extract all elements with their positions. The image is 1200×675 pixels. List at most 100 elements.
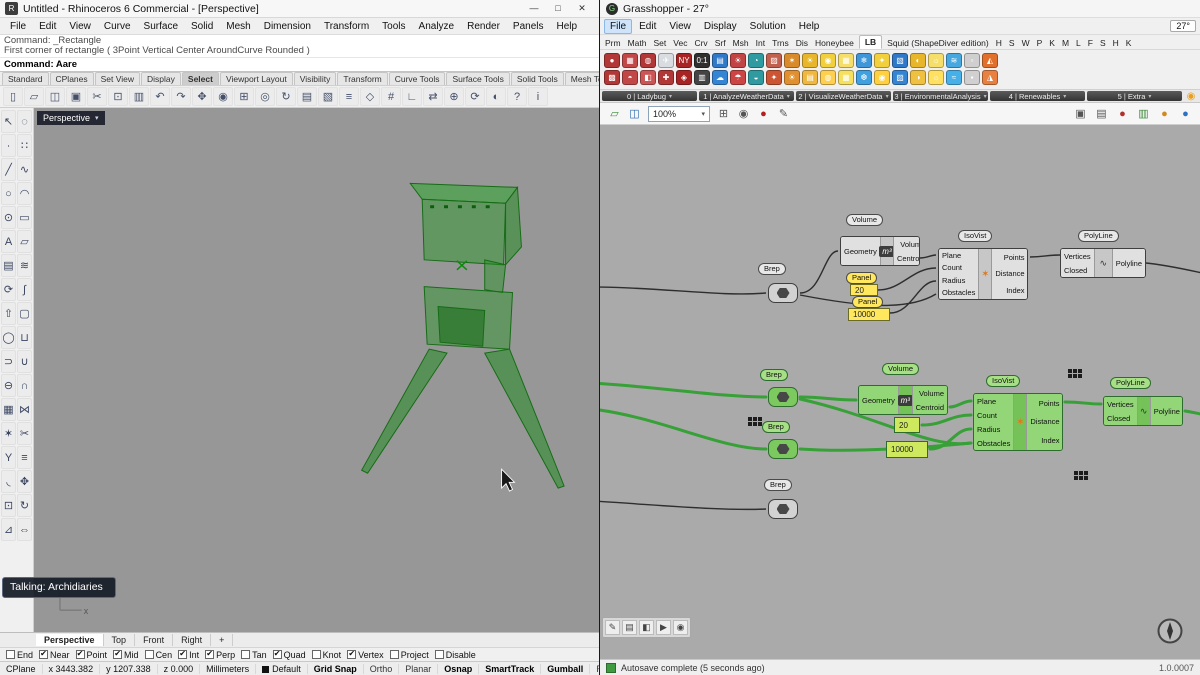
pan-icon[interactable]: ✥ xyxy=(192,87,212,106)
undo-icon[interactable]: ↶ xyxy=(150,87,170,106)
sketch-tool-icon[interactable]: ✎ xyxy=(605,620,620,635)
palette-icon[interactable]: ◍ xyxy=(820,70,836,85)
category-tab[interactable]: Prm xyxy=(603,37,623,49)
shade-icon[interactable]: ◐ xyxy=(486,87,506,106)
category-tab[interactable]: W xyxy=(1020,37,1032,49)
polyline-nameplate[interactable]: PolyLine xyxy=(1110,377,1151,389)
menu-item[interactable]: Solution xyxy=(744,19,792,34)
input-vertices[interactable]: Vertices xyxy=(1064,252,1091,261)
input-vertices[interactable]: Vertices xyxy=(1107,400,1134,409)
checkbox[interactable] xyxy=(347,650,356,659)
palette-icon[interactable]: ✦ xyxy=(766,70,782,85)
zoom-icon[interactable]: ◉ xyxy=(213,87,233,106)
cut-icon[interactable]: ✂ xyxy=(87,87,107,106)
osnap-toggle[interactable]: Knot xyxy=(312,650,342,660)
panel-radius[interactable]: 10000 xyxy=(848,308,890,321)
isovist-component[interactable]: Plane Count Radius Obstacles ✶ Points Di… xyxy=(938,248,1028,300)
toolbar-tab[interactable]: Viewport Layout xyxy=(220,72,293,85)
save-icon[interactable]: ◫ xyxy=(45,87,65,106)
box-icon[interactable]: ▢ xyxy=(17,302,32,325)
status-toggle[interactable]: Grid Snap xyxy=(308,664,364,674)
output-polyline[interactable]: Polyline xyxy=(1116,259,1142,268)
osnap-toggle[interactable]: Int xyxy=(178,650,199,660)
analysis-period-icon[interactable]: 0:1 xyxy=(694,53,710,68)
pv-icon[interactable]: ☼ xyxy=(928,53,944,68)
comfort-icon[interactable]: ▧ xyxy=(892,53,908,68)
radiation-analysis-icon[interactable]: ▦ xyxy=(838,53,854,68)
sun-hours-icon[interactable]: ☀ xyxy=(802,53,818,68)
split-icon[interactable]: Y xyxy=(1,446,16,469)
checkbox[interactable] xyxy=(435,650,444,659)
menu-item[interactable]: Tools xyxy=(376,19,411,34)
view-analysis-icon[interactable]: ◉ xyxy=(820,53,836,68)
menu-item[interactable]: Transform xyxy=(318,19,375,34)
sweep-icon[interactable]: ∫ xyxy=(17,278,32,301)
save-file-icon[interactable]: ◫ xyxy=(626,105,643,122)
category-tab[interactable]: S xyxy=(1007,37,1017,49)
palette-icon[interactable]: ☼ xyxy=(928,70,944,85)
volume-nameplate[interactable]: Volume xyxy=(882,363,919,375)
swap-view-icon[interactable]: ⇄ xyxy=(423,87,443,106)
menu-item[interactable]: File xyxy=(4,19,32,34)
menu-item[interactable]: Edit xyxy=(33,19,62,34)
brep-param-selected[interactable] xyxy=(768,439,798,459)
circle-icon[interactable]: ○ xyxy=(1,182,16,205)
curve-icon[interactable]: ∿ xyxy=(17,158,32,181)
preview-red-icon[interactable]: ● xyxy=(1114,105,1131,122)
import-epw-icon[interactable]: ▤ xyxy=(712,53,728,68)
brep-param-selected[interactable] xyxy=(768,387,798,407)
category-tab[interactable]: M xyxy=(1060,37,1071,49)
boolean-union-icon[interactable]: ∪ xyxy=(17,350,32,373)
isovist-nameplate[interactable]: IsoVist xyxy=(986,375,1020,387)
redo-icon[interactable]: ↷ xyxy=(171,87,191,106)
solar-adjust-icon[interactable]: ✦ xyxy=(874,53,890,68)
category-tab[interactable]: K xyxy=(1047,37,1057,49)
osnap-toggle[interactable]: Vertex xyxy=(347,650,384,660)
output-index[interactable]: Index xyxy=(1006,286,1024,295)
note-tool-icon[interactable]: ▤ xyxy=(622,620,637,635)
widget-tool-icon[interactable]: ◉ xyxy=(673,620,688,635)
render-material-icon[interactable]: ● xyxy=(755,105,772,122)
isovist-nameplate[interactable]: IsoVist xyxy=(958,230,992,242)
display-mode-icon[interactable]: ▤ xyxy=(1093,105,1110,122)
category-tab[interactable]: Math xyxy=(626,37,649,49)
checkbox[interactable] xyxy=(241,650,250,659)
camera-icon[interactable]: ▣ xyxy=(1072,105,1089,122)
palette-section[interactable]: 2 | VisualizeWeatherData xyxy=(796,91,891,101)
status-toggle[interactable]: Ortho xyxy=(364,664,400,674)
viewport-title[interactable]: Perspective ▾ xyxy=(37,111,105,125)
new-file-icon[interactable]: ▯ xyxy=(3,87,23,106)
toolbar-tab[interactable]: Select xyxy=(182,72,219,85)
toolbar-tab[interactable]: CPlanes xyxy=(50,72,94,85)
brep-param[interactable] xyxy=(768,283,798,303)
layers-icon[interactable]: ▧ xyxy=(318,87,338,106)
point-cloud-icon[interactable]: ∷ xyxy=(17,134,32,157)
panel-nameplate[interactable]: Panel xyxy=(852,296,883,308)
zoom-window-icon[interactable]: ⊞ xyxy=(234,87,254,106)
input-plane[interactable]: Plane xyxy=(942,251,975,260)
palette-icon[interactable]: ☀ xyxy=(784,70,800,85)
copy-tool-icon[interactable]: ⊡ xyxy=(1,494,16,517)
menu-item[interactable]: Solid xyxy=(185,19,219,34)
output-points[interactable]: Points xyxy=(1039,399,1060,408)
output-index[interactable]: Index xyxy=(1041,436,1059,445)
input-obstacles[interactable]: Obstacles xyxy=(977,439,1010,448)
osnap-toggle[interactable]: Project xyxy=(390,650,429,660)
menu-item[interactable]: Render xyxy=(461,19,506,34)
category-tab[interactable]: Int xyxy=(754,37,767,49)
osnap-toggle[interactable]: Near xyxy=(39,650,70,660)
jump-tool-icon[interactable]: ▶ xyxy=(656,620,671,635)
palette-icon[interactable]: ◉ xyxy=(874,70,890,85)
command-area[interactable]: Command: _RectangleFirst corner of recta… xyxy=(0,35,599,72)
menu-item[interactable]: Panels xyxy=(507,19,550,34)
panel-nameplate[interactable]: Panel xyxy=(846,272,877,284)
ortho-icon[interactable]: ∟ xyxy=(402,87,422,106)
close-button[interactable]: ✕ xyxy=(570,1,594,16)
doc-preview-icon[interactable]: ▥ xyxy=(1135,105,1152,122)
output-polyline[interactable]: Polyline xyxy=(1154,407,1180,416)
palette-icon[interactable]: ◑ xyxy=(910,70,926,85)
explode-icon[interactable]: ✶ xyxy=(1,422,16,445)
menu-item[interactable]: Edit xyxy=(633,19,662,34)
psychrometric-icon[interactable]: ❄ xyxy=(856,53,872,68)
volume-nameplate[interactable]: Volume xyxy=(846,214,883,226)
